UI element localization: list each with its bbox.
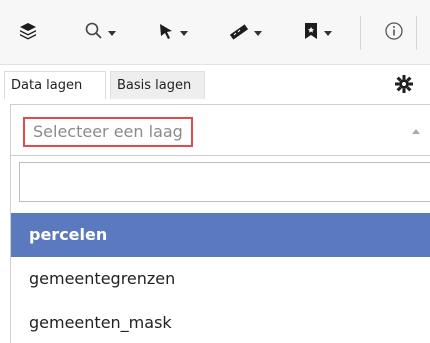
info-icon xyxy=(384,21,404,45)
measure-icon xyxy=(228,21,250,45)
measure-button[interactable] xyxy=(228,18,262,48)
toolbar-divider xyxy=(416,16,417,50)
layer-option[interactable]: gemeenten_mask xyxy=(11,301,430,343)
select-button[interactable] xyxy=(156,18,188,48)
layer-dropdown: percelen gemeentegrenzen gemeenten_mask xyxy=(10,156,430,343)
layer-panel: Data lagen Basis lagen Selecteer een laa… xyxy=(0,0,430,343)
dropdown-search xyxy=(19,162,430,202)
layers-icon xyxy=(18,21,38,45)
layer-select-placeholder: Selecteer een laag xyxy=(23,117,193,147)
layer-select[interactable]: Selecteer een laag xyxy=(10,104,430,156)
chevron-down-icon xyxy=(324,31,332,36)
info-button[interactable] xyxy=(384,18,404,48)
search-button[interactable] xyxy=(84,18,116,48)
tab-data-lagen[interactable]: Data lagen xyxy=(4,71,106,99)
settings-button[interactable] xyxy=(394,75,430,97)
chevron-down-icon xyxy=(180,31,188,36)
toolbar xyxy=(0,0,430,65)
tab-basis-lagen[interactable]: Basis lagen xyxy=(110,71,205,99)
layers-button[interactable] xyxy=(18,18,38,48)
layer-option[interactable]: gemeentegrenzen xyxy=(11,257,430,301)
gear-icon xyxy=(394,74,414,98)
bookmark-icon xyxy=(302,21,320,45)
layer-option[interactable]: percelen xyxy=(11,213,430,257)
chevron-up-icon xyxy=(412,129,420,134)
toolbar-divider xyxy=(360,16,361,50)
chevron-down-icon xyxy=(254,31,262,36)
select-arrow-icon xyxy=(156,21,176,45)
bookmark-button[interactable] xyxy=(302,18,332,48)
dropdown-search-input[interactable] xyxy=(19,162,430,202)
chevron-down-icon xyxy=(108,31,116,36)
tab-bar: Data lagen Basis lagen xyxy=(0,65,430,103)
search-icon xyxy=(84,21,104,45)
